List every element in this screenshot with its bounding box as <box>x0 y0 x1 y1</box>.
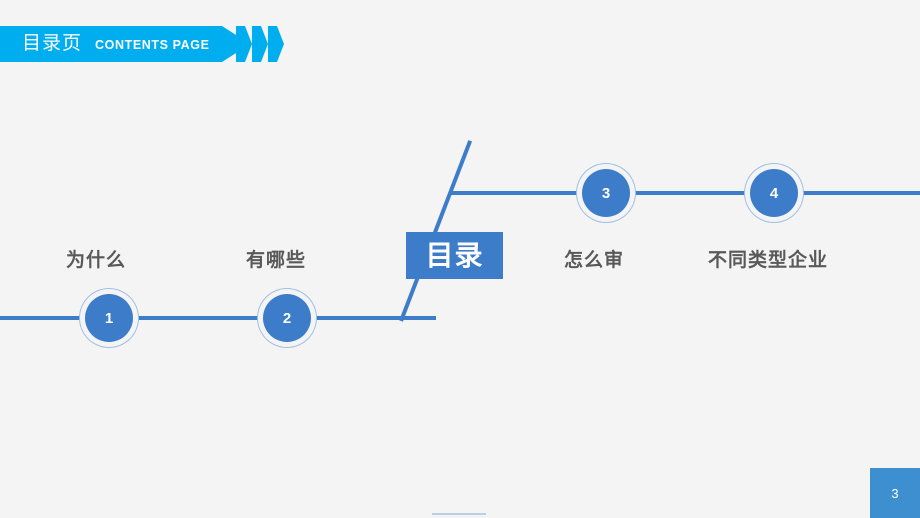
item-node-number-1: 1 <box>104 309 114 327</box>
header-banner: 目录页 CONTENTS PAGE <box>0 26 250 62</box>
chevron-arrow-icon-2 <box>252 26 268 62</box>
header-text-group: 目录页 CONTENTS PAGE <box>0 26 210 62</box>
item-node-number-3: 3 <box>601 184 611 202</box>
item-node-2[interactable]: 2 <box>263 294 311 342</box>
page-number-text: 3 <box>891 485 899 501</box>
item-label-2[interactable]: 有哪些 <box>246 245 306 272</box>
item-node-number-2: 2 <box>282 309 292 327</box>
connector-line-diagonal <box>399 140 473 322</box>
connector-line-upper <box>452 191 920 195</box>
page-title-en: CONTENTS PAGE <box>95 38 210 52</box>
slide-canvas: 目录页 CONTENTS PAGE 目录 为什么 有哪些 怎么审 不同类型企业 … <box>0 0 920 518</box>
item-label-1[interactable]: 为什么 <box>66 245 126 272</box>
item-label-3[interactable]: 怎么审 <box>564 245 624 272</box>
item-node-4[interactable]: 4 <box>750 169 798 217</box>
item-node-1[interactable]: 1 <box>85 294 133 342</box>
item-node-number-4: 4 <box>769 184 779 202</box>
center-contents-label: 目录 <box>425 239 484 271</box>
item-label-4[interactable]: 不同类型企业 <box>708 245 828 272</box>
connector-corner-left <box>430 316 436 320</box>
item-node-3[interactable]: 3 <box>582 169 630 217</box>
center-contents-box: 目录 <box>406 232 503 279</box>
page-number-badge: 3 <box>870 468 920 518</box>
page-title-cn: 目录页 <box>22 33 83 54</box>
chevron-arrow-icon-3 <box>268 26 284 62</box>
bottom-divider <box>432 513 486 515</box>
connector-line-lower <box>0 316 434 320</box>
